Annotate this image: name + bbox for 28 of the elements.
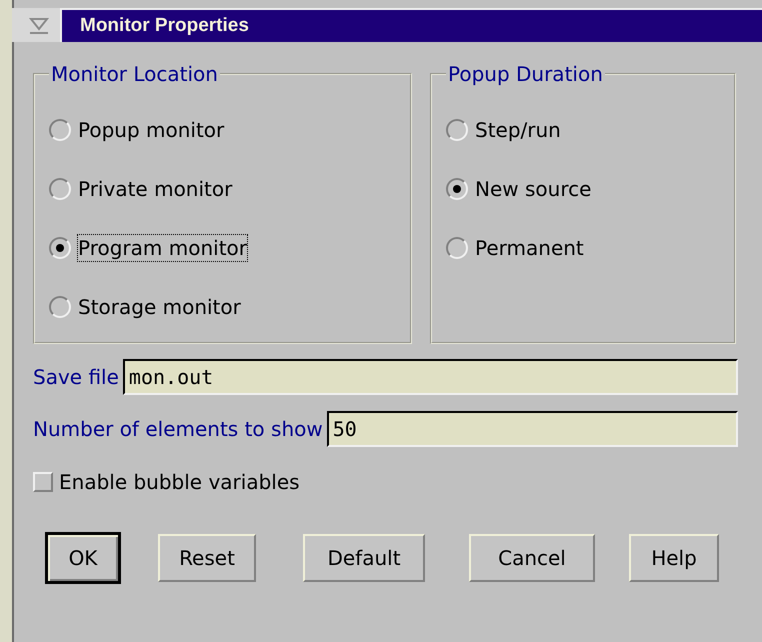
radio-label[interactable]: Storage monitor xyxy=(77,292,242,320)
radio-button[interactable] xyxy=(446,178,468,200)
radio-label[interactable]: New source xyxy=(474,174,592,202)
group-title: Popup Duration xyxy=(447,62,604,86)
checkbox-label[interactable]: Enable bubble variables xyxy=(59,470,300,494)
dialog-button[interactable]: Help xyxy=(629,534,719,582)
checkbox[interactable] xyxy=(33,472,53,492)
field-label: Number of elements to show xyxy=(33,417,323,441)
dialog-button[interactable]: Default xyxy=(303,534,425,582)
dialog-button[interactable]: Cancel xyxy=(469,534,595,582)
radio-button[interactable] xyxy=(446,118,468,140)
group-title: Monitor Location xyxy=(50,62,219,86)
text-field[interactable]: 50 xyxy=(326,411,738,447)
radio-label[interactable]: Private monitor xyxy=(77,174,234,202)
radio-button[interactable] xyxy=(49,296,71,318)
radio-label[interactable]: Program monitor xyxy=(77,234,248,262)
dialog-button[interactable]: Reset xyxy=(158,534,256,582)
window-title: Monitor Properties xyxy=(80,15,249,37)
radio-label[interactable]: Step/run xyxy=(474,116,562,144)
radio-button[interactable] xyxy=(49,178,71,200)
field-label: Save file xyxy=(33,365,119,389)
radio-label[interactable]: Popup monitor xyxy=(77,116,226,144)
radio-button[interactable] xyxy=(49,118,71,140)
radio-button[interactable] xyxy=(49,236,71,258)
dialog-button[interactable]: OK xyxy=(45,532,121,584)
text-field[interactable]: mon.out xyxy=(122,359,738,395)
radio-button[interactable] xyxy=(446,236,468,258)
radio-label[interactable]: Permanent xyxy=(474,234,585,262)
